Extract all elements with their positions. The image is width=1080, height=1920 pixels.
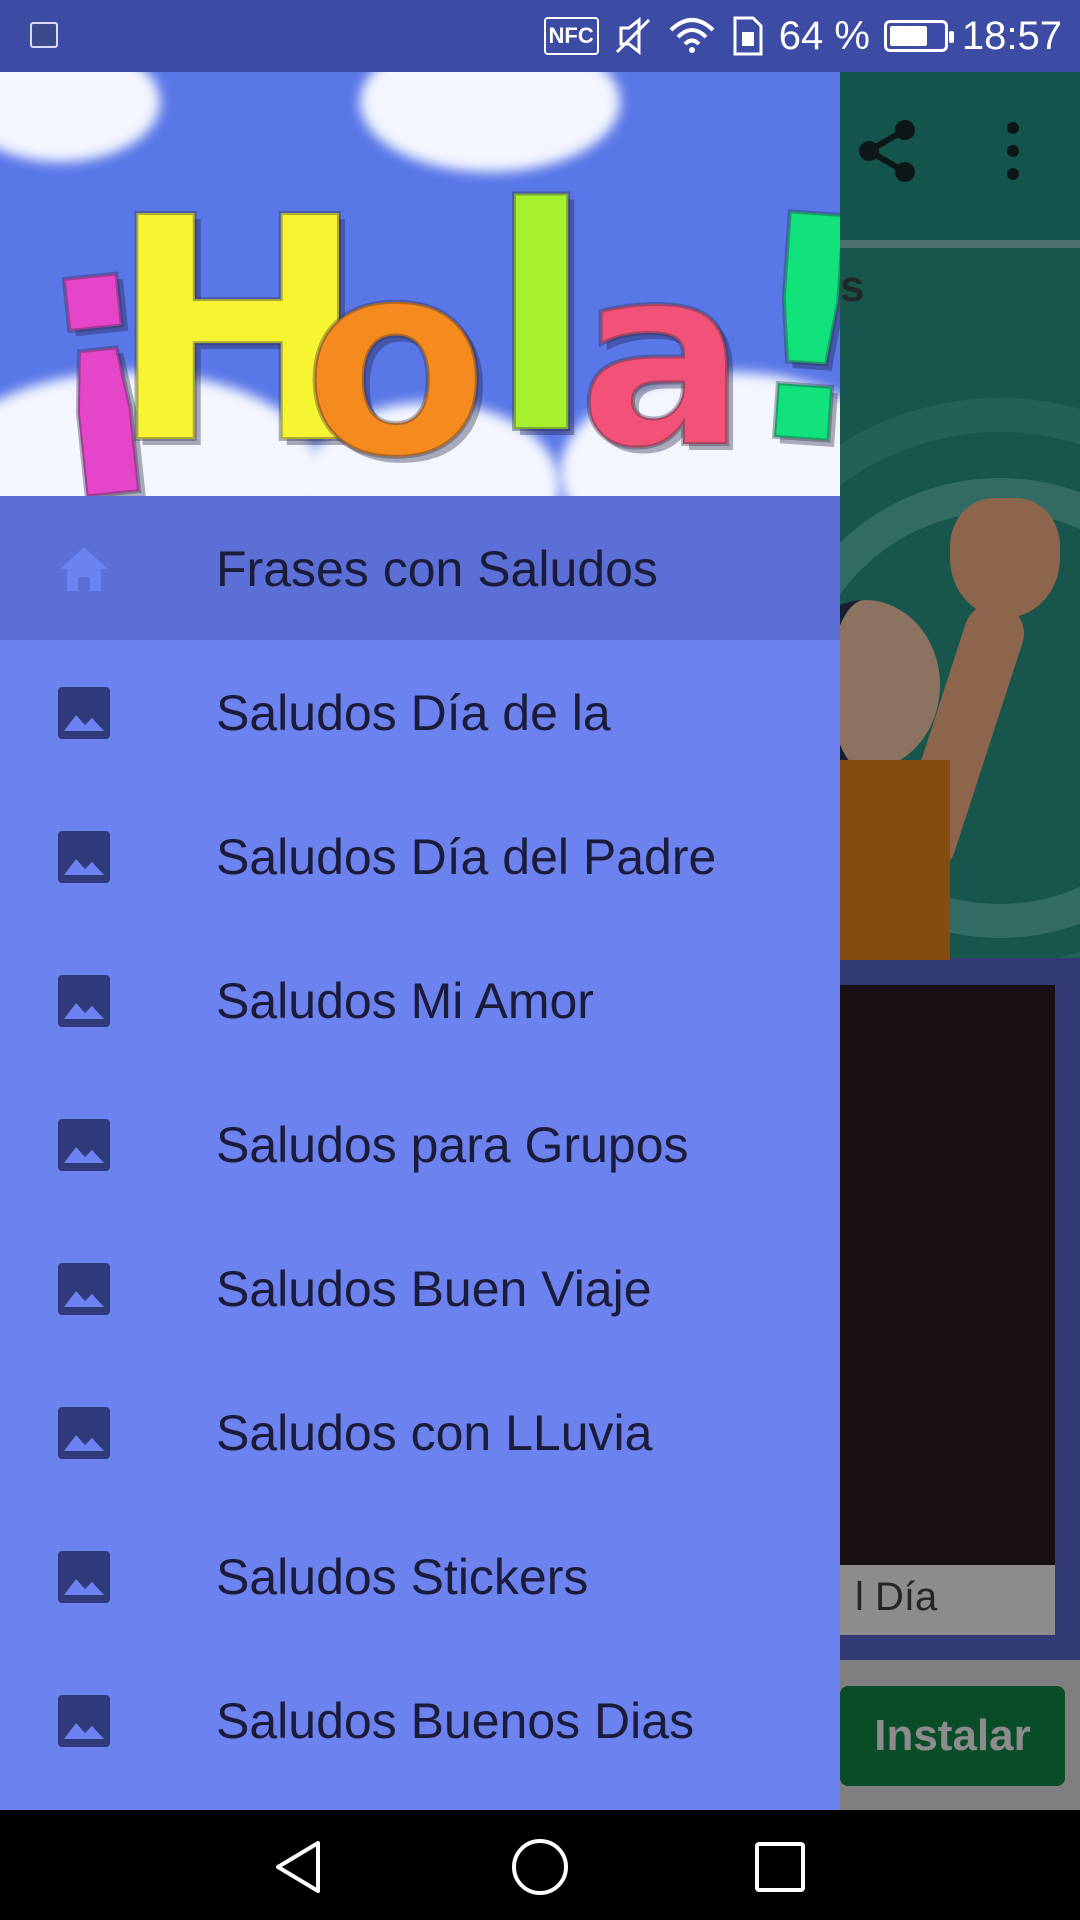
drawer-item-label: Saludos Buen Viaje: [216, 1261, 652, 1317]
drawer-item-para-grupos[interactable]: Saludos para Grupos: [0, 1072, 840, 1216]
drawer-item-label: Saludos Día del Padre: [216, 829, 717, 885]
image-icon: [58, 687, 110, 739]
image-icon: [58, 975, 110, 1027]
drawer-item-dia-de-la[interactable]: Saludos Día de la: [0, 640, 840, 784]
drawer-item-frases-con-saludos[interactable]: Frases con Saludos: [0, 496, 840, 640]
drawer-item-label: Saludos con LLuvia: [216, 1405, 653, 1461]
drawer-item-label: Saludos Buenos Dias: [216, 1693, 695, 1749]
image-icon: [58, 1119, 110, 1171]
drawer-item-label: Saludos Stickers: [216, 1549, 589, 1605]
vibrate-off-icon: [615, 16, 650, 56]
notification-chart-icon: [30, 22, 58, 48]
status-bar: NFC 64 % 18:57: [0, 0, 1080, 72]
drawer-menu: Frases con Saludos Saludos Día de la Sal…: [0, 496, 840, 1792]
battery-level: [889, 26, 927, 46]
drawer-item-label: Saludos Día de la: [216, 685, 611, 741]
cloud-decoration: [0, 72, 160, 162]
image-icon: [58, 1695, 110, 1747]
recents-icon[interactable]: [748, 1835, 812, 1899]
drawer-item-mi-amor[interactable]: Saludos Mi Amor: [0, 928, 840, 1072]
drawer-item-label: Frases con Saludos: [216, 541, 658, 597]
image-icon: [58, 831, 110, 883]
drawer-item-buen-viaje[interactable]: Saludos Buen Viaje: [0, 1216, 840, 1360]
back-icon[interactable]: [268, 1835, 332, 1899]
system-navigation-bar: [0, 1810, 1080, 1920]
drawer-item-label: Saludos Mi Amor: [216, 973, 594, 1029]
wifi-icon: [669, 18, 715, 53]
drawer-item-dia-del-padre[interactable]: Saludos Día del Padre: [0, 784, 840, 928]
drawer-item-con-lluvia[interactable]: Saludos con LLuvia: [0, 1360, 840, 1504]
hola-logo: ¡ H o l a !: [8, 140, 840, 519]
navigation-drawer: ¡ H o l a ! Frases con Saludos Saludos D…: [0, 72, 840, 1810]
drawer-header: ¡ H o l a !: [0, 72, 840, 544]
home-circle-icon[interactable]: [508, 1835, 572, 1899]
drawer-item-buenos-dias[interactable]: Saludos Buenos Dias: [0, 1648, 840, 1792]
nfc-icon: NFC: [543, 17, 599, 55]
status-icons: NFC 64 % 18:57: [543, 0, 1062, 72]
image-icon: [58, 1551, 110, 1603]
image-icon: [58, 1407, 110, 1459]
clock: 18:57: [961, 13, 1062, 58]
home-icon: [60, 547, 108, 591]
battery-icon: [883, 20, 954, 52]
drawer-item-stickers[interactable]: Saludos Stickers: [0, 1504, 840, 1648]
battery-percent: 64 %: [778, 13, 870, 58]
drawer-item-label: Saludos para Grupos: [216, 1117, 689, 1173]
sim-icon: [733, 16, 763, 56]
image-icon: [58, 1263, 110, 1315]
